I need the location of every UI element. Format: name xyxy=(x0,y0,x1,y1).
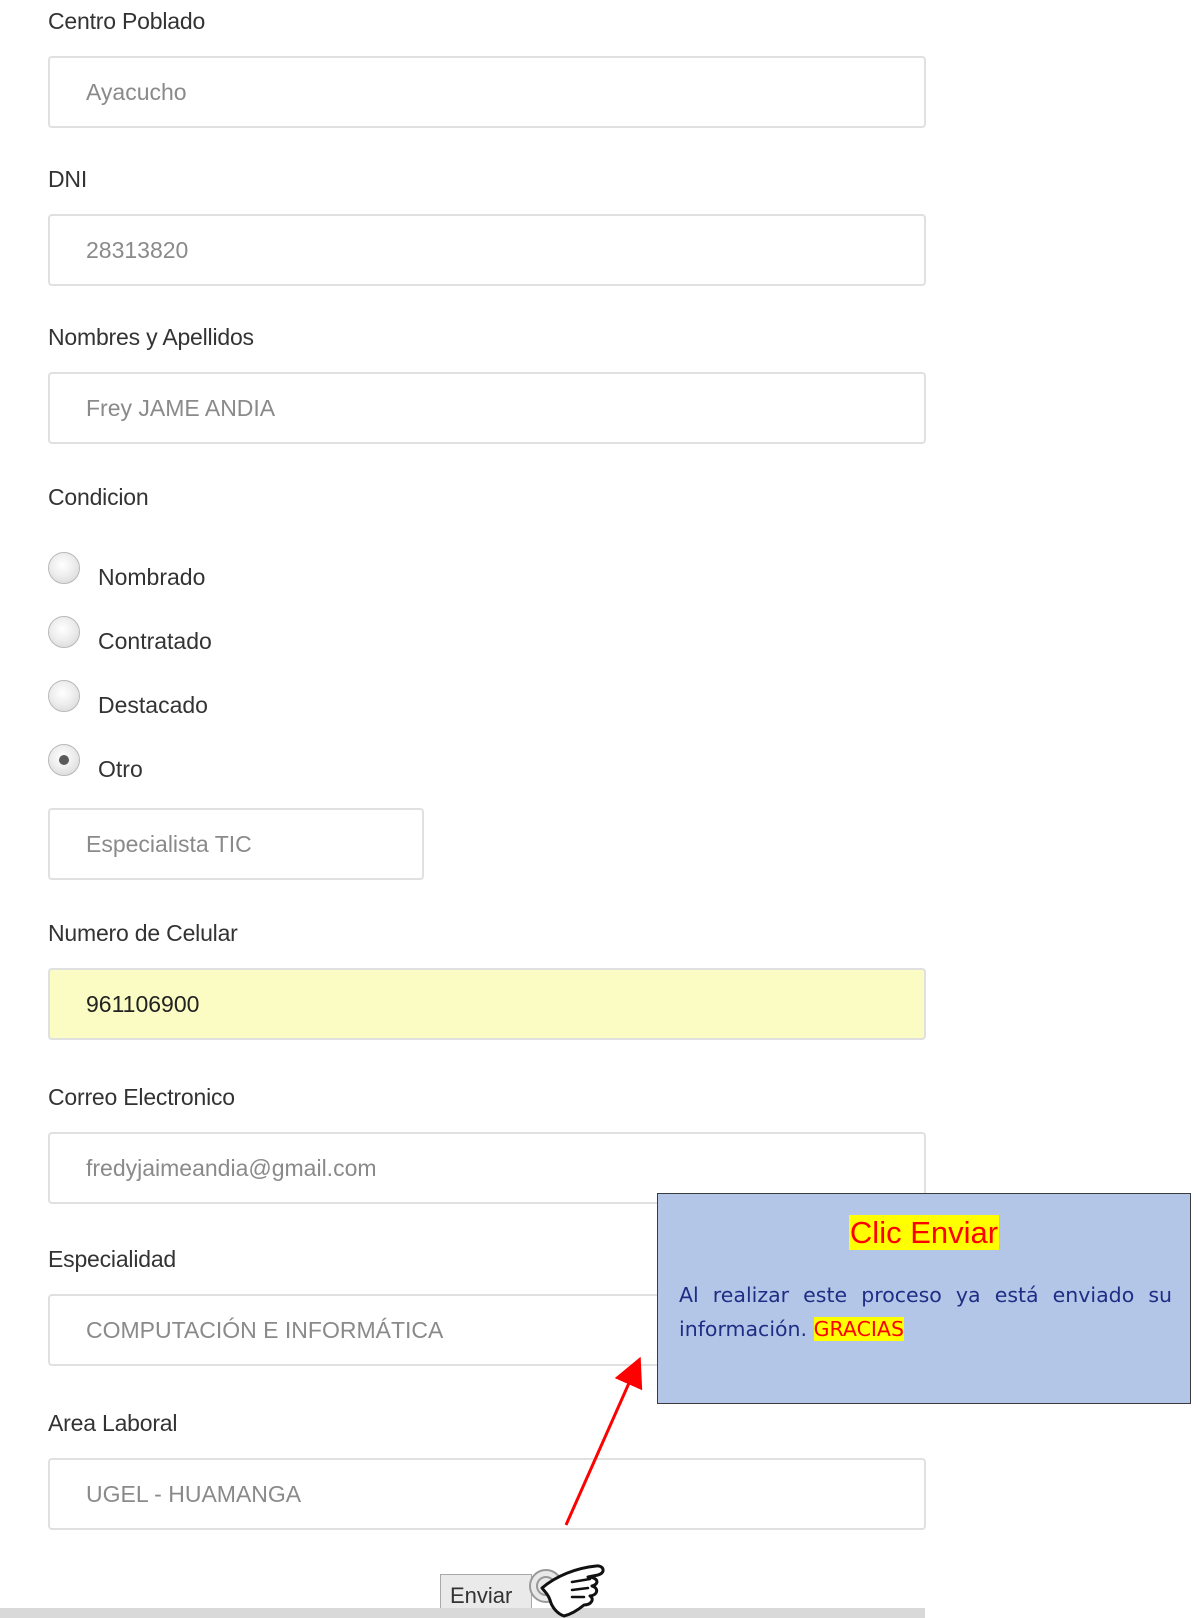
callout-highlight: GRACIAS xyxy=(813,1317,904,1341)
radio-button[interactable] xyxy=(48,552,80,584)
centro-poblado-value: Ayacucho xyxy=(86,79,187,105)
celular-value: 961106900 xyxy=(86,991,200,1017)
area-laboral-label: Area Laboral xyxy=(48,1410,178,1436)
correo-value: fredyjaimeandia@gmail.com xyxy=(86,1155,377,1181)
dni-label: DNI xyxy=(48,166,88,192)
radio-button[interactable] xyxy=(48,616,80,648)
radio-label: Nombrado xyxy=(98,564,206,590)
callout-body: Al realizar este proceso ya está enviado… xyxy=(679,1278,1172,1346)
otro-especifique-field[interactable]: Especialista TIC xyxy=(48,808,424,880)
especialidad-label: Especialidad xyxy=(48,1246,177,1272)
radio-label: Destacado xyxy=(98,692,208,718)
dni-value: 28313820 xyxy=(86,237,189,263)
radio-selected-dot xyxy=(59,755,69,765)
especialidad-value: COMPUTACIÓN E INFORMÁTICA xyxy=(86,1317,444,1343)
radio-label: Contratado xyxy=(98,628,212,654)
hand-pointer-icon xyxy=(529,1564,605,1618)
correo-label: Correo Electronico xyxy=(48,1084,235,1110)
radio-button[interactable] xyxy=(48,680,80,712)
condicion-label: Condicion xyxy=(48,484,149,510)
callout-body-text: Al realizar este proceso ya está enviado… xyxy=(679,1283,1172,1341)
area-laboral-value: UGEL - HUAMANGA xyxy=(86,1481,302,1507)
celular-field[interactable]: 961106900 xyxy=(48,968,926,1040)
nombres-value: Frey JAME ANDIA xyxy=(86,395,276,421)
dni-field[interactable]: 28313820 xyxy=(48,214,926,286)
instruction-callout: Clic Enviar Al realizar este proceso ya … xyxy=(657,1193,1191,1404)
area-laboral-field[interactable]: UGEL - HUAMANGA xyxy=(48,1458,926,1530)
celular-label: Numero de Celular xyxy=(48,920,238,946)
nombres-field[interactable]: Frey JAME ANDIA xyxy=(48,372,926,444)
radio-label: Otro xyxy=(98,756,143,782)
radio-button-checked[interactable] xyxy=(48,744,80,776)
centro-poblado-field[interactable]: Ayacucho xyxy=(48,56,926,128)
page-bottom-divider xyxy=(0,1608,925,1618)
otro-value: Especialista TIC xyxy=(86,831,252,857)
nombres-label: Nombres y Apellidos xyxy=(48,324,254,350)
centro-poblado-label: Centro Poblado xyxy=(48,8,206,34)
callout-title: Clic Enviar xyxy=(848,1215,1000,1250)
